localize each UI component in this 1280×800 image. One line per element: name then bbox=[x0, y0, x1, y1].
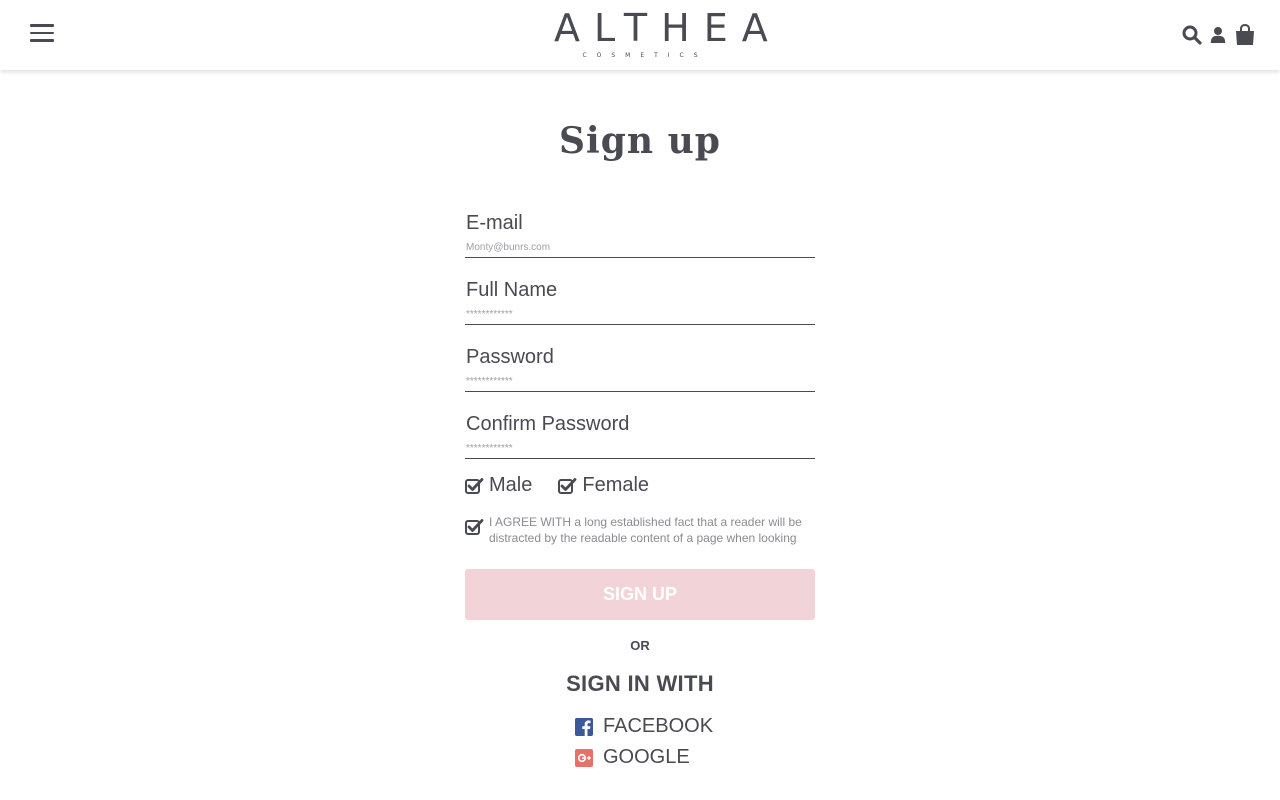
male-checkbox[interactable]: Male bbox=[465, 474, 532, 497]
confirm-password-input[interactable] bbox=[466, 441, 806, 455]
confirm-password-field-group: Confirm Password bbox=[465, 409, 815, 459]
password-label: Password bbox=[466, 346, 554, 368]
facebook-signin-link[interactable]: FACEBOOK bbox=[575, 715, 713, 738]
hamburger-menu-icon[interactable] bbox=[30, 24, 56, 46]
full-name-input[interactable] bbox=[466, 307, 806, 321]
logo-main-text: ALTHEA bbox=[554, 6, 782, 50]
signup-button[interactable]: SIGN UP bbox=[465, 569, 815, 620]
site-header: ALTHEA COSMETICS bbox=[0, 0, 1280, 70]
email-input[interactable] bbox=[466, 240, 806, 254]
user-icon[interactable] bbox=[1210, 24, 1226, 46]
checkbox-checked-icon bbox=[465, 478, 484, 494]
shopping-bag-icon[interactable] bbox=[1234, 24, 1256, 46]
signup-form: E-mail Full Name Password Confirm Passwo… bbox=[465, 208, 815, 768]
or-divider-text: OR bbox=[630, 638, 650, 653]
facebook-icon bbox=[575, 717, 593, 736]
agree-text: I AGREE WITH a long established fact tha… bbox=[489, 515, 802, 545]
female-label: Female bbox=[582, 474, 650, 496]
search-icon[interactable] bbox=[1182, 24, 1202, 46]
header-actions bbox=[1182, 24, 1256, 46]
gender-options: Male Female bbox=[465, 474, 675, 497]
email-field-group: E-mail bbox=[465, 208, 815, 258]
password-input[interactable] bbox=[466, 374, 806, 388]
althea-logo[interactable]: ALTHEA COSMETICS bbox=[540, 6, 782, 60]
checkbox-checked-icon bbox=[465, 519, 484, 535]
full-name-label: Full Name bbox=[466, 279, 558, 301]
google-plus-icon bbox=[575, 748, 593, 767]
google-label: GOOGLE bbox=[603, 746, 690, 768]
facebook-label: FACEBOOK bbox=[603, 715, 714, 737]
full-name-field-group: Full Name bbox=[465, 275, 815, 325]
sign-in-with-heading: SIGN IN WITH bbox=[566, 671, 714, 696]
agree-checkbox[interactable]: I AGREE WITH a long established fact tha… bbox=[465, 514, 815, 546]
password-field-group: Password bbox=[465, 342, 815, 392]
google-signin-link[interactable]: GOOGLE bbox=[575, 746, 690, 769]
checkbox-checked-icon bbox=[558, 478, 577, 494]
email-label: E-mail bbox=[466, 212, 523, 234]
female-checkbox[interactable]: Female bbox=[558, 474, 649, 497]
page-title: Sign up bbox=[559, 120, 721, 162]
logo-sub-text: COSMETICS bbox=[582, 52, 708, 59]
male-label: Male bbox=[489, 474, 533, 496]
confirm-password-label: Confirm Password bbox=[466, 413, 630, 435]
